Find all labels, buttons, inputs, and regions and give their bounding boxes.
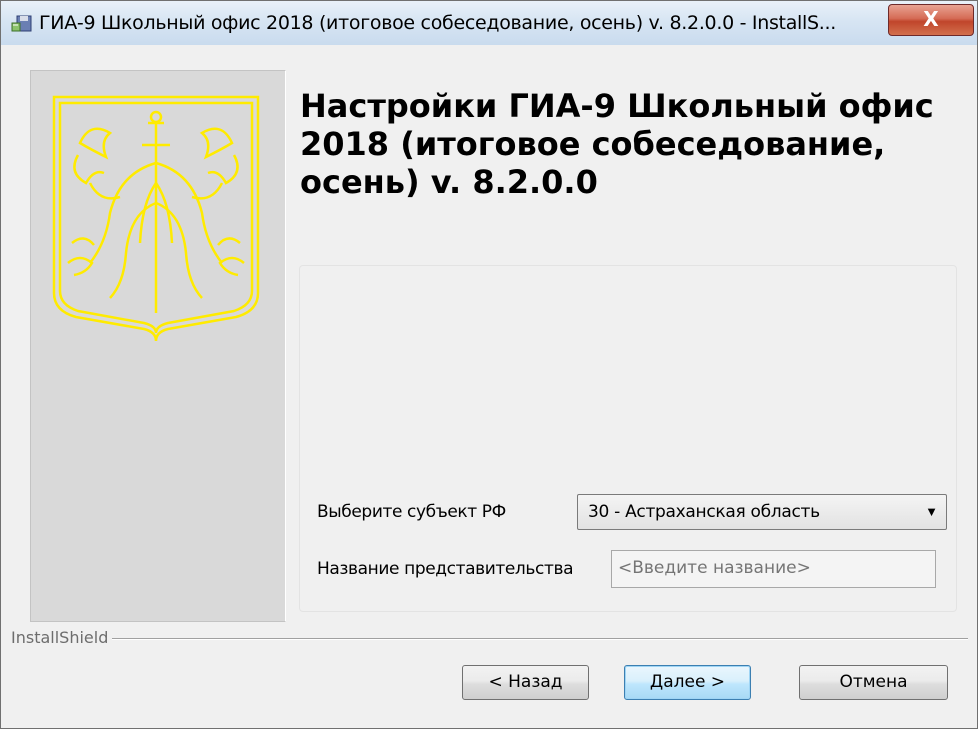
- office-label: Название представительства: [317, 559, 574, 579]
- footer-divider: [11, 638, 968, 640]
- dialog-body: Настройки ГИА-9 Школьный офис 2018 (итог…: [9, 45, 970, 722]
- brand-label: InstallShield: [11, 628, 113, 647]
- cancel-button[interactable]: Отмена: [799, 665, 948, 700]
- region-select-value: 30 - Астраханская область: [588, 502, 820, 522]
- installer-icon: [11, 15, 32, 32]
- region-label: Выберите субъект РФ: [317, 502, 506, 522]
- close-button[interactable]: X: [888, 4, 974, 36]
- chevron-down-icon[interactable]: ▼: [925, 504, 938, 519]
- next-button[interactable]: Далее >: [624, 665, 751, 700]
- installer-window: ГИА-9 Школьный офис 2018 (итоговое собес…: [0, 0, 978, 729]
- side-banner: [30, 70, 286, 622]
- window-title: ГИА-9 Школьный офис 2018 (итоговое собес…: [39, 12, 836, 34]
- office-name-field[interactable]: [612, 551, 934, 585]
- office-name-field-box: [611, 550, 936, 588]
- region-select[interactable]: 30 - Астраханская область ▼: [577, 494, 947, 530]
- back-button[interactable]: < Назад: [462, 665, 589, 700]
- page-title: Настройки ГИА-9 Школьный офис 2018 (итог…: [300, 87, 934, 201]
- title-bar[interactable]: ГИА-9 Школьный офис 2018 (итоговое собес…: [1, 1, 977, 45]
- coat-of-arms-icon: [52, 95, 260, 342]
